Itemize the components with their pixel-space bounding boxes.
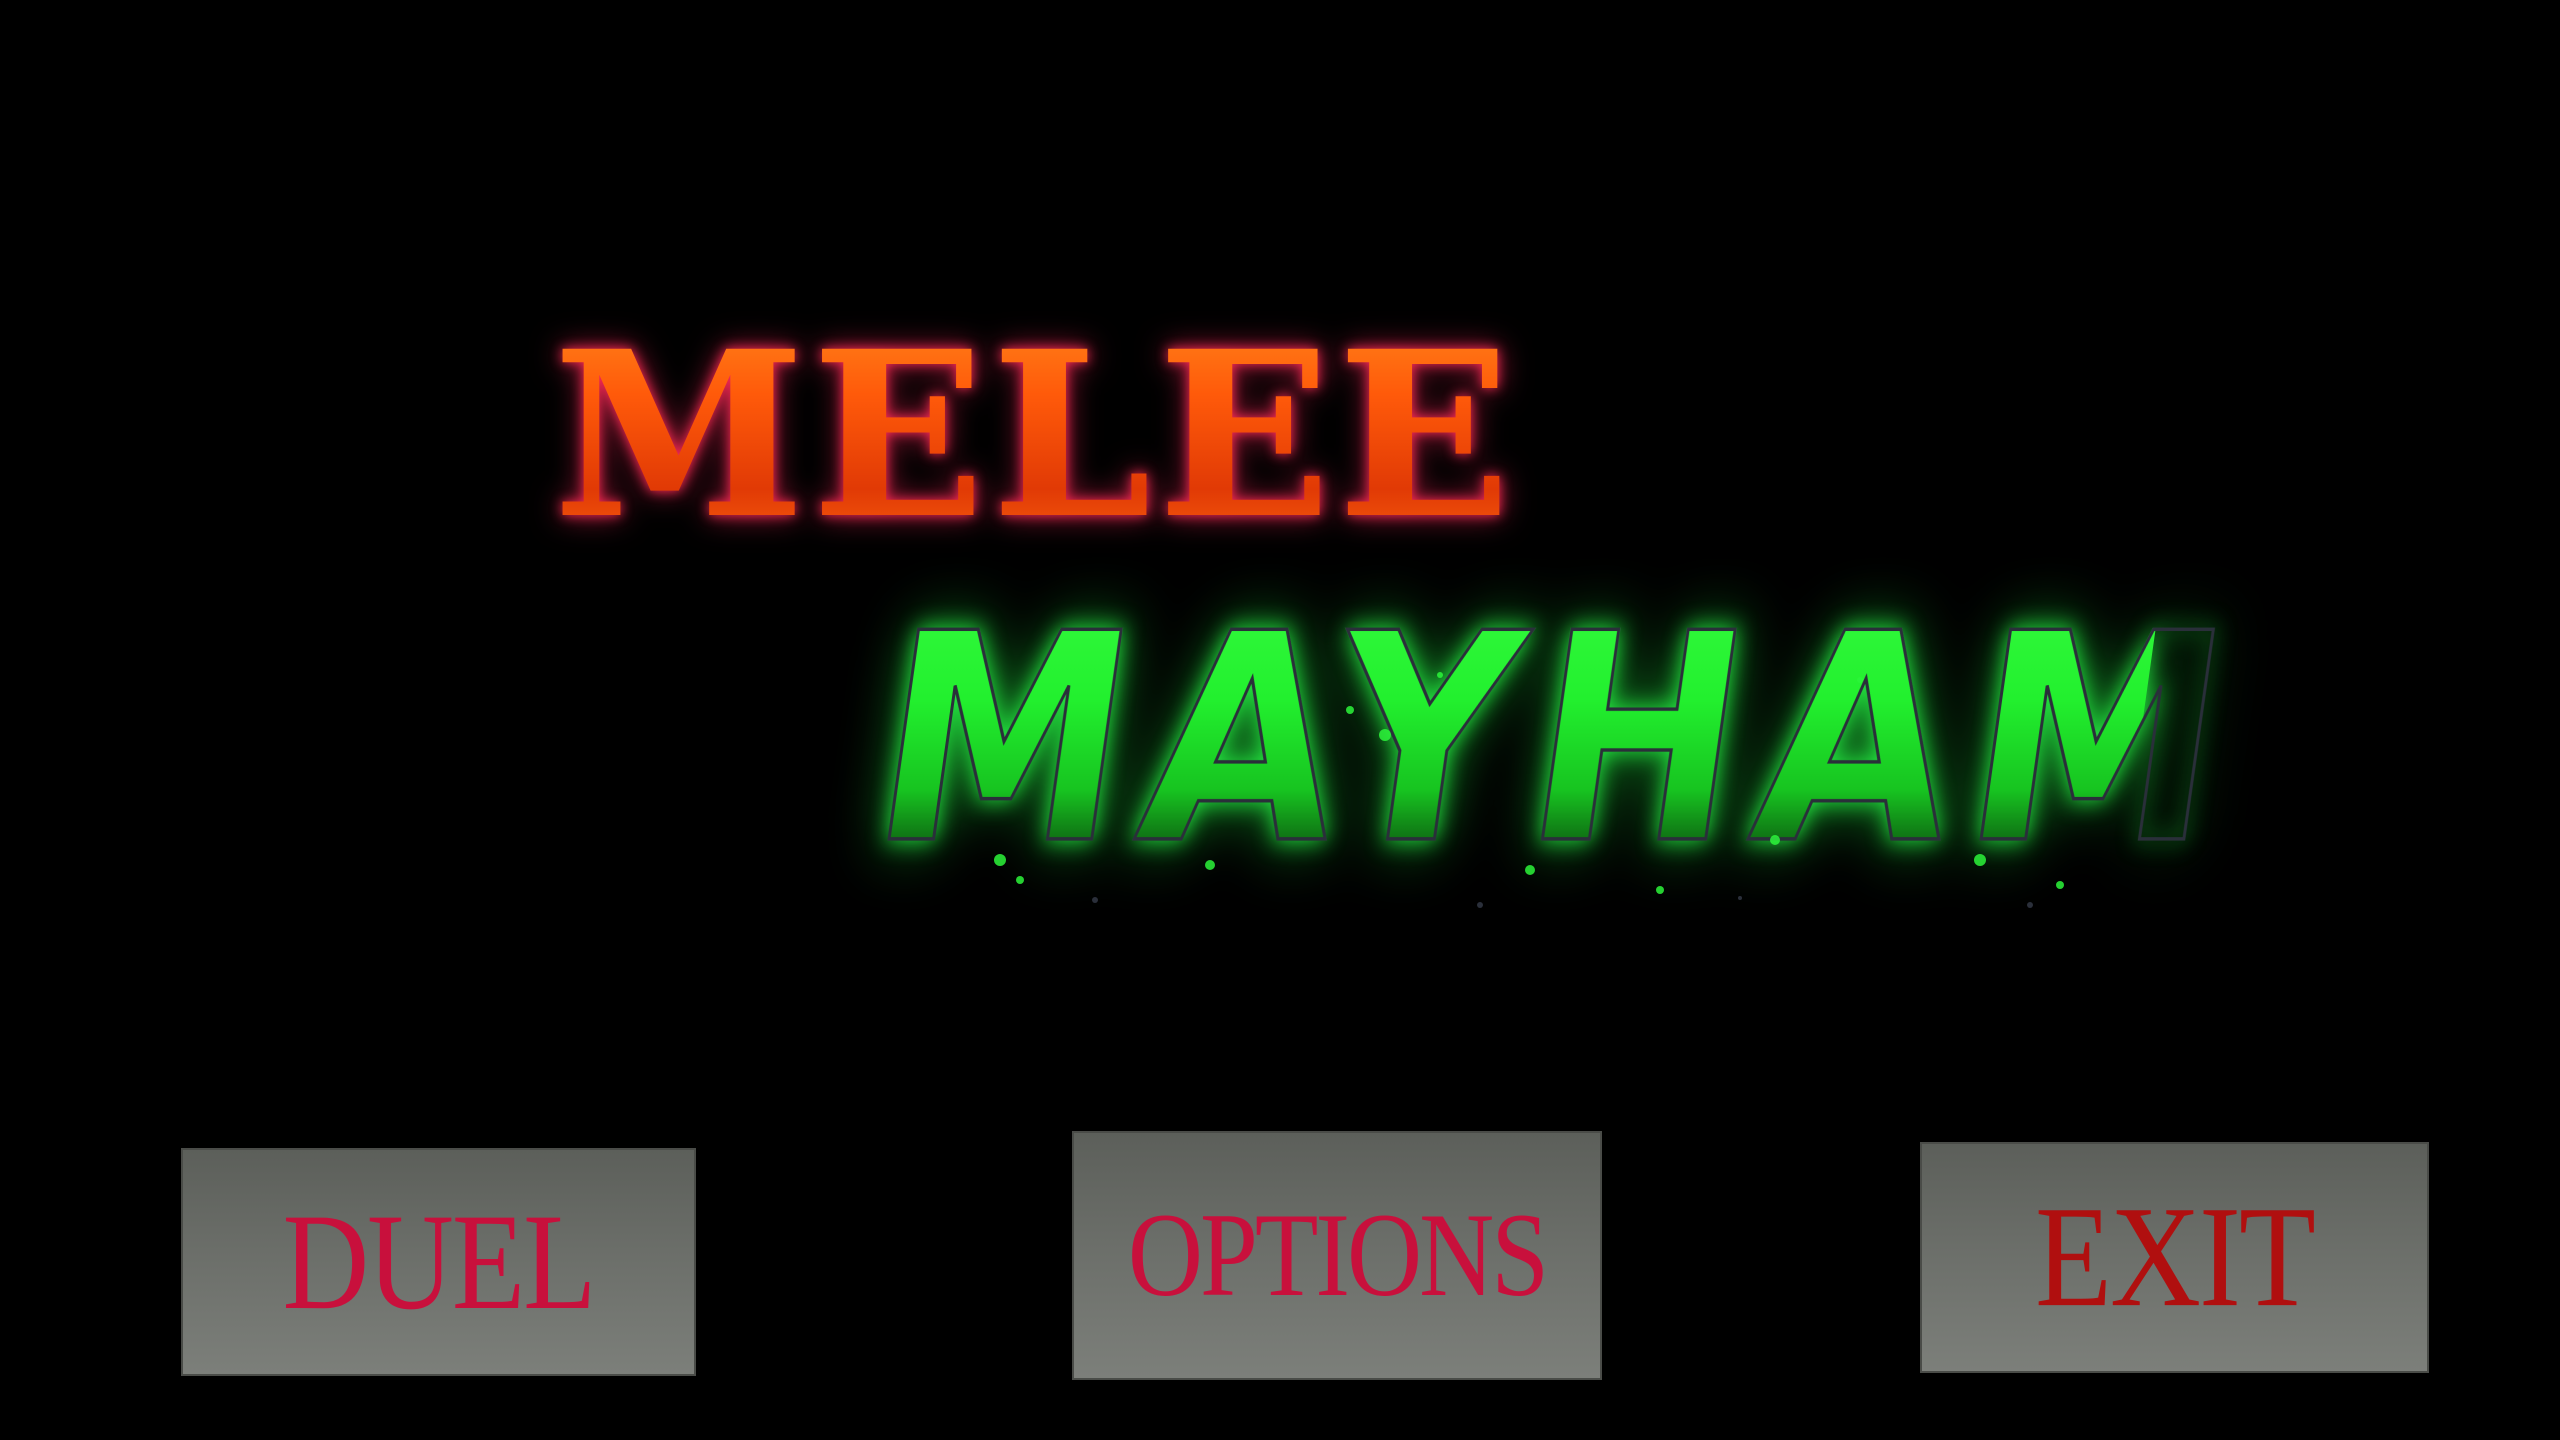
duel-button[interactable]: DUEL — [181, 1148, 696, 1376]
exit-button-label: EXIT — [2035, 1177, 2316, 1337]
duel-button-label: DUEL — [282, 1184, 597, 1338]
title-melee: MELEE — [470, 300, 1600, 570]
options-button-label: OPTIONS — [1127, 1189, 1549, 1322]
title-mayham: MAYHAM — [851, 533, 2264, 947]
exit-button[interactable]: EXIT — [1920, 1142, 2429, 1373]
main-menu-screen: MELEE MAYHAM DUEL OPTIONS EXIT — [0, 0, 2560, 1440]
options-button[interactable]: OPTIONS — [1072, 1131, 1602, 1380]
